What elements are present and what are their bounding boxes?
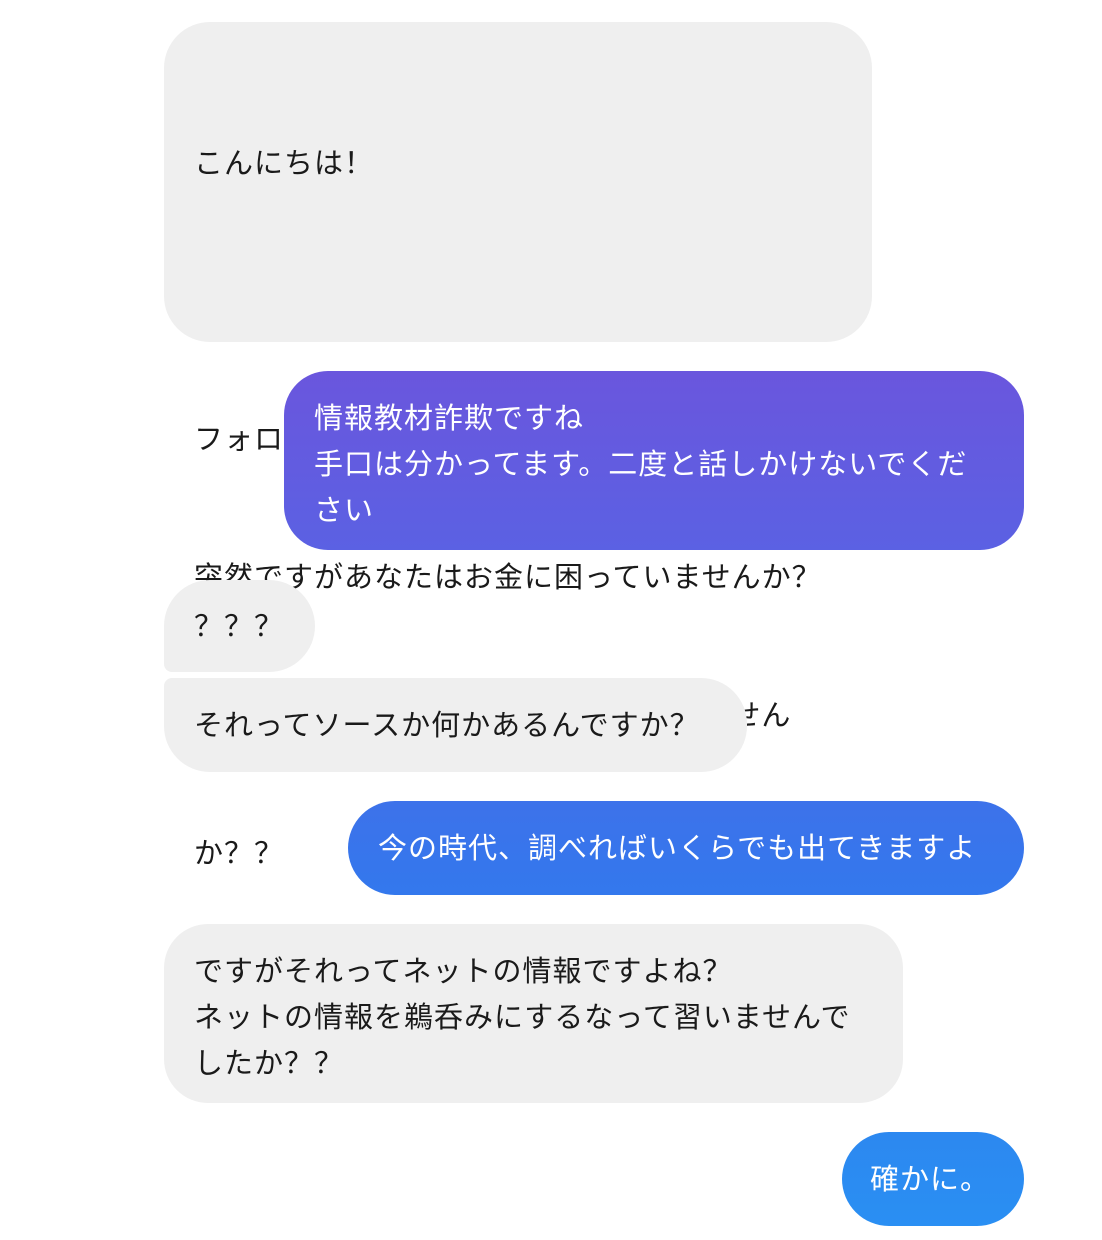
sent-message-bubble: 今の時代、調べればいくらでも出てきますよ (348, 801, 1024, 895)
sent-message-bubble: 確かに。 (842, 1132, 1024, 1226)
message-line (194, 278, 842, 324)
sent-message-bubble: 情報教材詐欺ですね 手口は分かってます。二度と話しかけないでくだ さい (284, 371, 1024, 550)
received-message-bubble: ？？？ (164, 580, 315, 672)
message-line: こんにちは！ (194, 146, 375, 180)
received-message-bubble: こんにちは！ フォローありがとうございます 突然ですがあなたはお金に困っていませ… (164, 22, 872, 870)
received-message-bubble: それってソースか何かあるんですか？ (164, 678, 747, 772)
received-message-bubble: ですがそれってネットの情報ですよね？ ネットの情報を鵜呑みにするなって習いません… (164, 924, 903, 1103)
